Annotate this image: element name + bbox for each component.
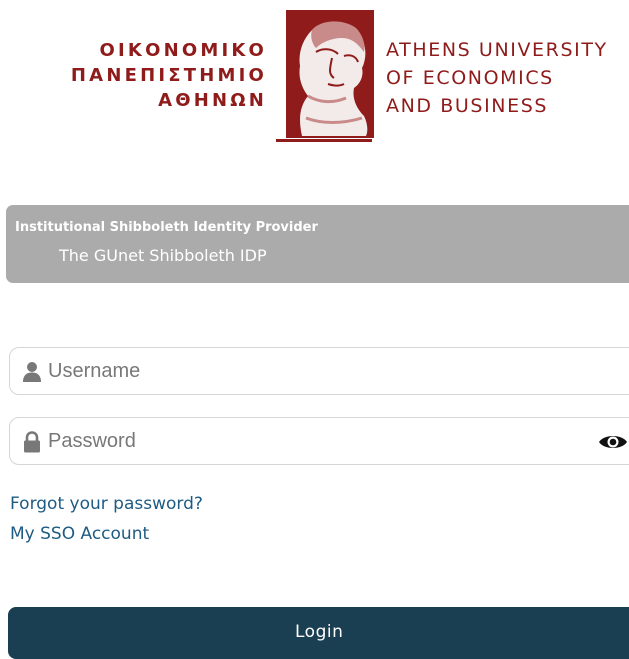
logo-greek-line-2: ΠΑΝΕΠΙΣΤΗΜΙΟ <box>70 65 267 86</box>
logo-english-name: ATHENS UNIVERSITY OF ECONOMICS AND BUSIN… <box>386 36 608 120</box>
idp-banner: Institutional Shibboleth Identity Provid… <box>6 205 629 283</box>
login-button[interactable]: Login <box>8 607 629 659</box>
logo-greek-line-3: ΑΘΗΝΩΝ <box>158 90 267 111</box>
lock-icon <box>24 431 40 453</box>
logo-english-line-1: ATHENS UNIVERSITY <box>386 39 608 61</box>
password-field[interactable] <box>9 417 629 465</box>
help-links: Forgot your password? My SSO Account <box>10 489 203 549</box>
idp-title: Institutional Shibboleth Identity Provid… <box>15 220 318 235</box>
username-field[interactable] <box>9 347 629 395</box>
login-button-label: Login <box>295 622 344 642</box>
user-icon <box>23 362 41 382</box>
eye-icon[interactable] <box>598 432 628 452</box>
logo-greek-line-1: ΟΙΚΟΝΟΜΙΚΟ <box>99 40 267 61</box>
idp-subtitle: The GUnet Shibboleth IDP <box>59 246 267 265</box>
logo-english-line-2: OF ECONOMICS <box>386 67 554 89</box>
university-logo: ΟΙΚΟΝΟΜΙΚΟ ΠΑΝΕΠΙΣΤΗΜΙΟ ΑΘΗΝΩΝ ATHENS UN… <box>0 0 629 150</box>
logo-greek-name: ΟΙΚΟΝΟΜΙΚΟ ΠΑΝΕΠΙΣΤΗΜΙΟ ΑΘΗΝΩΝ <box>71 38 267 113</box>
sso-account-link[interactable]: My SSO Account <box>10 519 203 549</box>
logo-english-line-3: AND BUSINESS <box>386 95 549 117</box>
username-input[interactable] <box>48 356 588 386</box>
hermes-bust-icon <box>276 10 374 142</box>
forgot-password-link[interactable]: Forgot your password? <box>10 489 203 519</box>
password-input[interactable] <box>48 426 588 456</box>
